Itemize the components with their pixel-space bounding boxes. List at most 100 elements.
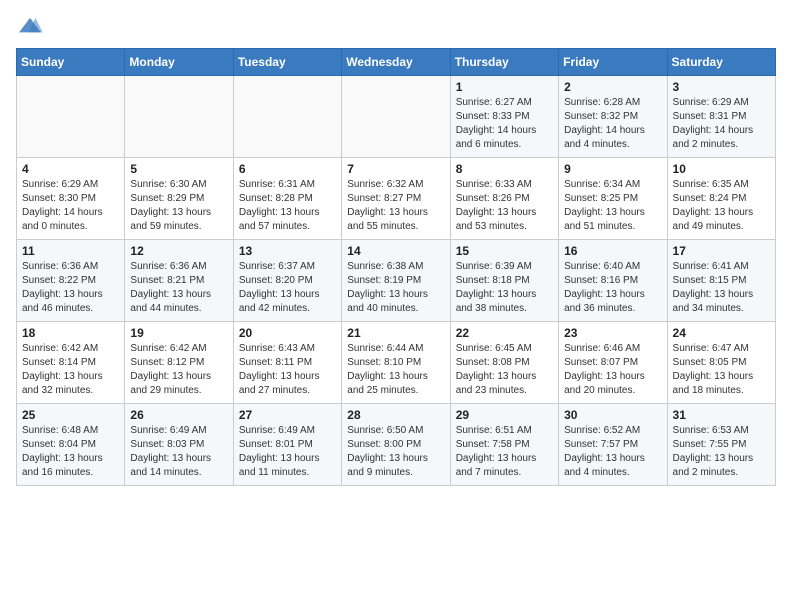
- day-number: 30: [564, 408, 661, 422]
- day-number: 1: [456, 80, 553, 94]
- day-info: Sunrise: 6:33 AM Sunset: 8:26 PM Dayligh…: [456, 178, 553, 234]
- calendar-cell: 11 Sunrise: 6:36 AM Sunset: 8:22 PM Dayli…: [17, 240, 125, 322]
- day-info: Sunrise: 6:36 AM Sunset: 8:22 PM Dayligh…: [22, 260, 119, 316]
- calendar-cell: 20Sunrise: 6:43 AM Sunset: 8:11 PM Dayli…: [233, 322, 341, 404]
- day-info: Sunrise: 6:45 AM Sunset: 8:08 PM Dayligh…: [456, 342, 553, 398]
- week-row-5: 25 Sunrise: 6:48 AM Sunset: 8:04 PM Dayli…: [17, 404, 776, 486]
- calendar-cell: 13 Sunrise: 6:37 AM Sunset: 8:20 PM Dayli…: [233, 240, 341, 322]
- calendar-cell: [233, 76, 341, 158]
- day-info: Sunrise: 6:36 AM Sunset: 8:21 PM Dayligh…: [130, 260, 227, 316]
- day-info: Sunrise: 6:38 AM Sunset: 8:19 PM Dayligh…: [347, 260, 444, 316]
- week-row-2: 4 Sunrise: 6:29 AM Sunset: 8:30 PM Daylig…: [17, 158, 776, 240]
- day-number: 16: [564, 244, 661, 258]
- calendar-cell: 30 Sunrise: 6:52 AM Sunset: 7:57 PM Dayli…: [559, 404, 667, 486]
- day-info: Sunrise: 6:41 AM Sunset: 8:15 PM Dayligh…: [673, 260, 770, 316]
- day-number: 12: [130, 244, 227, 258]
- day-number: 6: [239, 162, 336, 176]
- day-number: 14: [347, 244, 444, 258]
- calendar-cell: 17 Sunrise: 6:41 AM Sunset: 8:15 PM Dayli…: [667, 240, 775, 322]
- day-number: 15: [456, 244, 553, 258]
- day-number: 10: [673, 162, 770, 176]
- calendar-cell: 15 Sunrise: 6:39 AM Sunset: 8:18 PM Dayli…: [450, 240, 558, 322]
- calendar-cell: 27 Sunrise: 6:49 AM Sunset: 8:01 PM Dayli…: [233, 404, 341, 486]
- weekday-header-tuesday: Tuesday: [233, 49, 341, 76]
- calendar-table: SundayMondayTuesdayWednesdayThursdayFrid…: [16, 48, 776, 486]
- calendar-cell: 18 Sunrise: 6:42 AM Sunset: 8:14 PM Dayli…: [17, 322, 125, 404]
- calendar-cell: 10 Sunrise: 6:35 AM Sunset: 8:24 PM Dayli…: [667, 158, 775, 240]
- day-info: Sunrise: 6:49 AM Sunset: 8:03 PM Dayligh…: [130, 424, 227, 480]
- calendar-cell: 8 Sunrise: 6:33 AM Sunset: 8:26 PM Daylig…: [450, 158, 558, 240]
- day-info: Sunrise: 6:42 AM Sunset: 8:14 PM Dayligh…: [22, 342, 119, 398]
- day-info: Sunrise: 6:35 AM Sunset: 8:24 PM Dayligh…: [673, 178, 770, 234]
- calendar-cell: 2 Sunrise: 6:28 AM Sunset: 8:32 PM Daylig…: [559, 76, 667, 158]
- day-number: 19: [130, 326, 227, 340]
- calendar-cell: 21 Sunrise: 6:44 AM Sunset: 8:10 PM Dayli…: [342, 322, 450, 404]
- calendar-cell: 19Sunrise: 6:42 AM Sunset: 8:12 PM Dayli…: [125, 322, 233, 404]
- day-info: Sunrise: 6:49 AM Sunset: 8:01 PM Dayligh…: [239, 424, 336, 480]
- calendar-cell: [17, 76, 125, 158]
- day-info: Sunrise: 6:29 AM Sunset: 8:30 PM Dayligh…: [22, 178, 119, 234]
- day-number: 29: [456, 408, 553, 422]
- day-info: Sunrise: 6:27 AM Sunset: 8:33 PM Dayligh…: [456, 96, 553, 152]
- calendar-cell: 7 Sunrise: 6:32 AM Sunset: 8:27 PM Daylig…: [342, 158, 450, 240]
- weekday-header-monday: Monday: [125, 49, 233, 76]
- calendar-cell: 9 Sunrise: 6:34 AM Sunset: 8:25 PM Daylig…: [559, 158, 667, 240]
- day-info: Sunrise: 6:51 AM Sunset: 7:58 PM Dayligh…: [456, 424, 553, 480]
- day-number: 17: [673, 244, 770, 258]
- day-number: 5: [130, 162, 227, 176]
- calendar-cell: 23Sunrise: 6:46 AM Sunset: 8:07 PM Dayli…: [559, 322, 667, 404]
- calendar-cell: 4 Sunrise: 6:29 AM Sunset: 8:30 PM Daylig…: [17, 158, 125, 240]
- weekday-header-saturday: Saturday: [667, 49, 775, 76]
- calendar-cell: 5Sunrise: 6:30 AM Sunset: 8:29 PM Daylig…: [125, 158, 233, 240]
- day-info: Sunrise: 6:52 AM Sunset: 7:57 PM Dayligh…: [564, 424, 661, 480]
- day-info: Sunrise: 6:39 AM Sunset: 8:18 PM Dayligh…: [456, 260, 553, 316]
- calendar-cell: 12 Sunrise: 6:36 AM Sunset: 8:21 PM Dayli…: [125, 240, 233, 322]
- day-info: Sunrise: 6:34 AM Sunset: 8:25 PM Dayligh…: [564, 178, 661, 234]
- day-number: 25: [22, 408, 119, 422]
- day-info: Sunrise: 6:44 AM Sunset: 8:10 PM Dayligh…: [347, 342, 444, 398]
- day-number: 28: [347, 408, 444, 422]
- weekday-header-row: SundayMondayTuesdayWednesdayThursdayFrid…: [17, 49, 776, 76]
- calendar-cell: 1 Sunrise: 6:27 AM Sunset: 8:33 PM Daylig…: [450, 76, 558, 158]
- calendar-cell: 14 Sunrise: 6:38 AM Sunset: 8:19 PM Dayli…: [342, 240, 450, 322]
- day-number: 22: [456, 326, 553, 340]
- day-number: 26: [130, 408, 227, 422]
- day-info: Sunrise: 6:47 AM Sunset: 8:05 PM Dayligh…: [673, 342, 770, 398]
- calendar-cell: 31Sunrise: 6:53 AM Sunset: 7:55 PM Dayli…: [667, 404, 775, 486]
- calendar-cell: 6 Sunrise: 6:31 AM Sunset: 8:28 PM Daylig…: [233, 158, 341, 240]
- day-info: Sunrise: 6:32 AM Sunset: 8:27 PM Dayligh…: [347, 178, 444, 234]
- day-number: 7: [347, 162, 444, 176]
- day-number: 18: [22, 326, 119, 340]
- day-info: Sunrise: 6:43 AM Sunset: 8:11 PM Dayligh…: [239, 342, 336, 398]
- day-number: 2: [564, 80, 661, 94]
- week-row-4: 18 Sunrise: 6:42 AM Sunset: 8:14 PM Dayli…: [17, 322, 776, 404]
- day-info: Sunrise: 6:28 AM Sunset: 8:32 PM Dayligh…: [564, 96, 661, 152]
- page-header: [16, 16, 776, 36]
- logo: [16, 16, 48, 36]
- calendar-cell: [342, 76, 450, 158]
- logo-icon: [16, 16, 44, 36]
- day-number: 24: [673, 326, 770, 340]
- day-info: Sunrise: 6:48 AM Sunset: 8:04 PM Dayligh…: [22, 424, 119, 480]
- day-info: Sunrise: 6:37 AM Sunset: 8:20 PM Dayligh…: [239, 260, 336, 316]
- day-number: 11: [22, 244, 119, 258]
- week-row-1: 1 Sunrise: 6:27 AM Sunset: 8:33 PM Daylig…: [17, 76, 776, 158]
- day-number: 4: [22, 162, 119, 176]
- calendar-cell: 28Sunrise: 6:50 AM Sunset: 8:00 PM Dayli…: [342, 404, 450, 486]
- calendar-cell: 3 Sunrise: 6:29 AM Sunset: 8:31 PM Daylig…: [667, 76, 775, 158]
- day-info: Sunrise: 6:31 AM Sunset: 8:28 PM Dayligh…: [239, 178, 336, 234]
- calendar-cell: 16Sunrise: 6:40 AM Sunset: 8:16 PM Dayli…: [559, 240, 667, 322]
- day-number: 9: [564, 162, 661, 176]
- weekday-header-sunday: Sunday: [17, 49, 125, 76]
- day-number: 3: [673, 80, 770, 94]
- day-info: Sunrise: 6:29 AM Sunset: 8:31 PM Dayligh…: [673, 96, 770, 152]
- day-number: 13: [239, 244, 336, 258]
- day-number: 27: [239, 408, 336, 422]
- weekday-header-friday: Friday: [559, 49, 667, 76]
- weekday-header-thursday: Thursday: [450, 49, 558, 76]
- day-info: Sunrise: 6:46 AM Sunset: 8:07 PM Dayligh…: [564, 342, 661, 398]
- day-number: 21: [347, 326, 444, 340]
- day-number: 8: [456, 162, 553, 176]
- calendar-cell: 29 Sunrise: 6:51 AM Sunset: 7:58 PM Dayli…: [450, 404, 558, 486]
- day-info: Sunrise: 6:53 AM Sunset: 7:55 PM Dayligh…: [673, 424, 770, 480]
